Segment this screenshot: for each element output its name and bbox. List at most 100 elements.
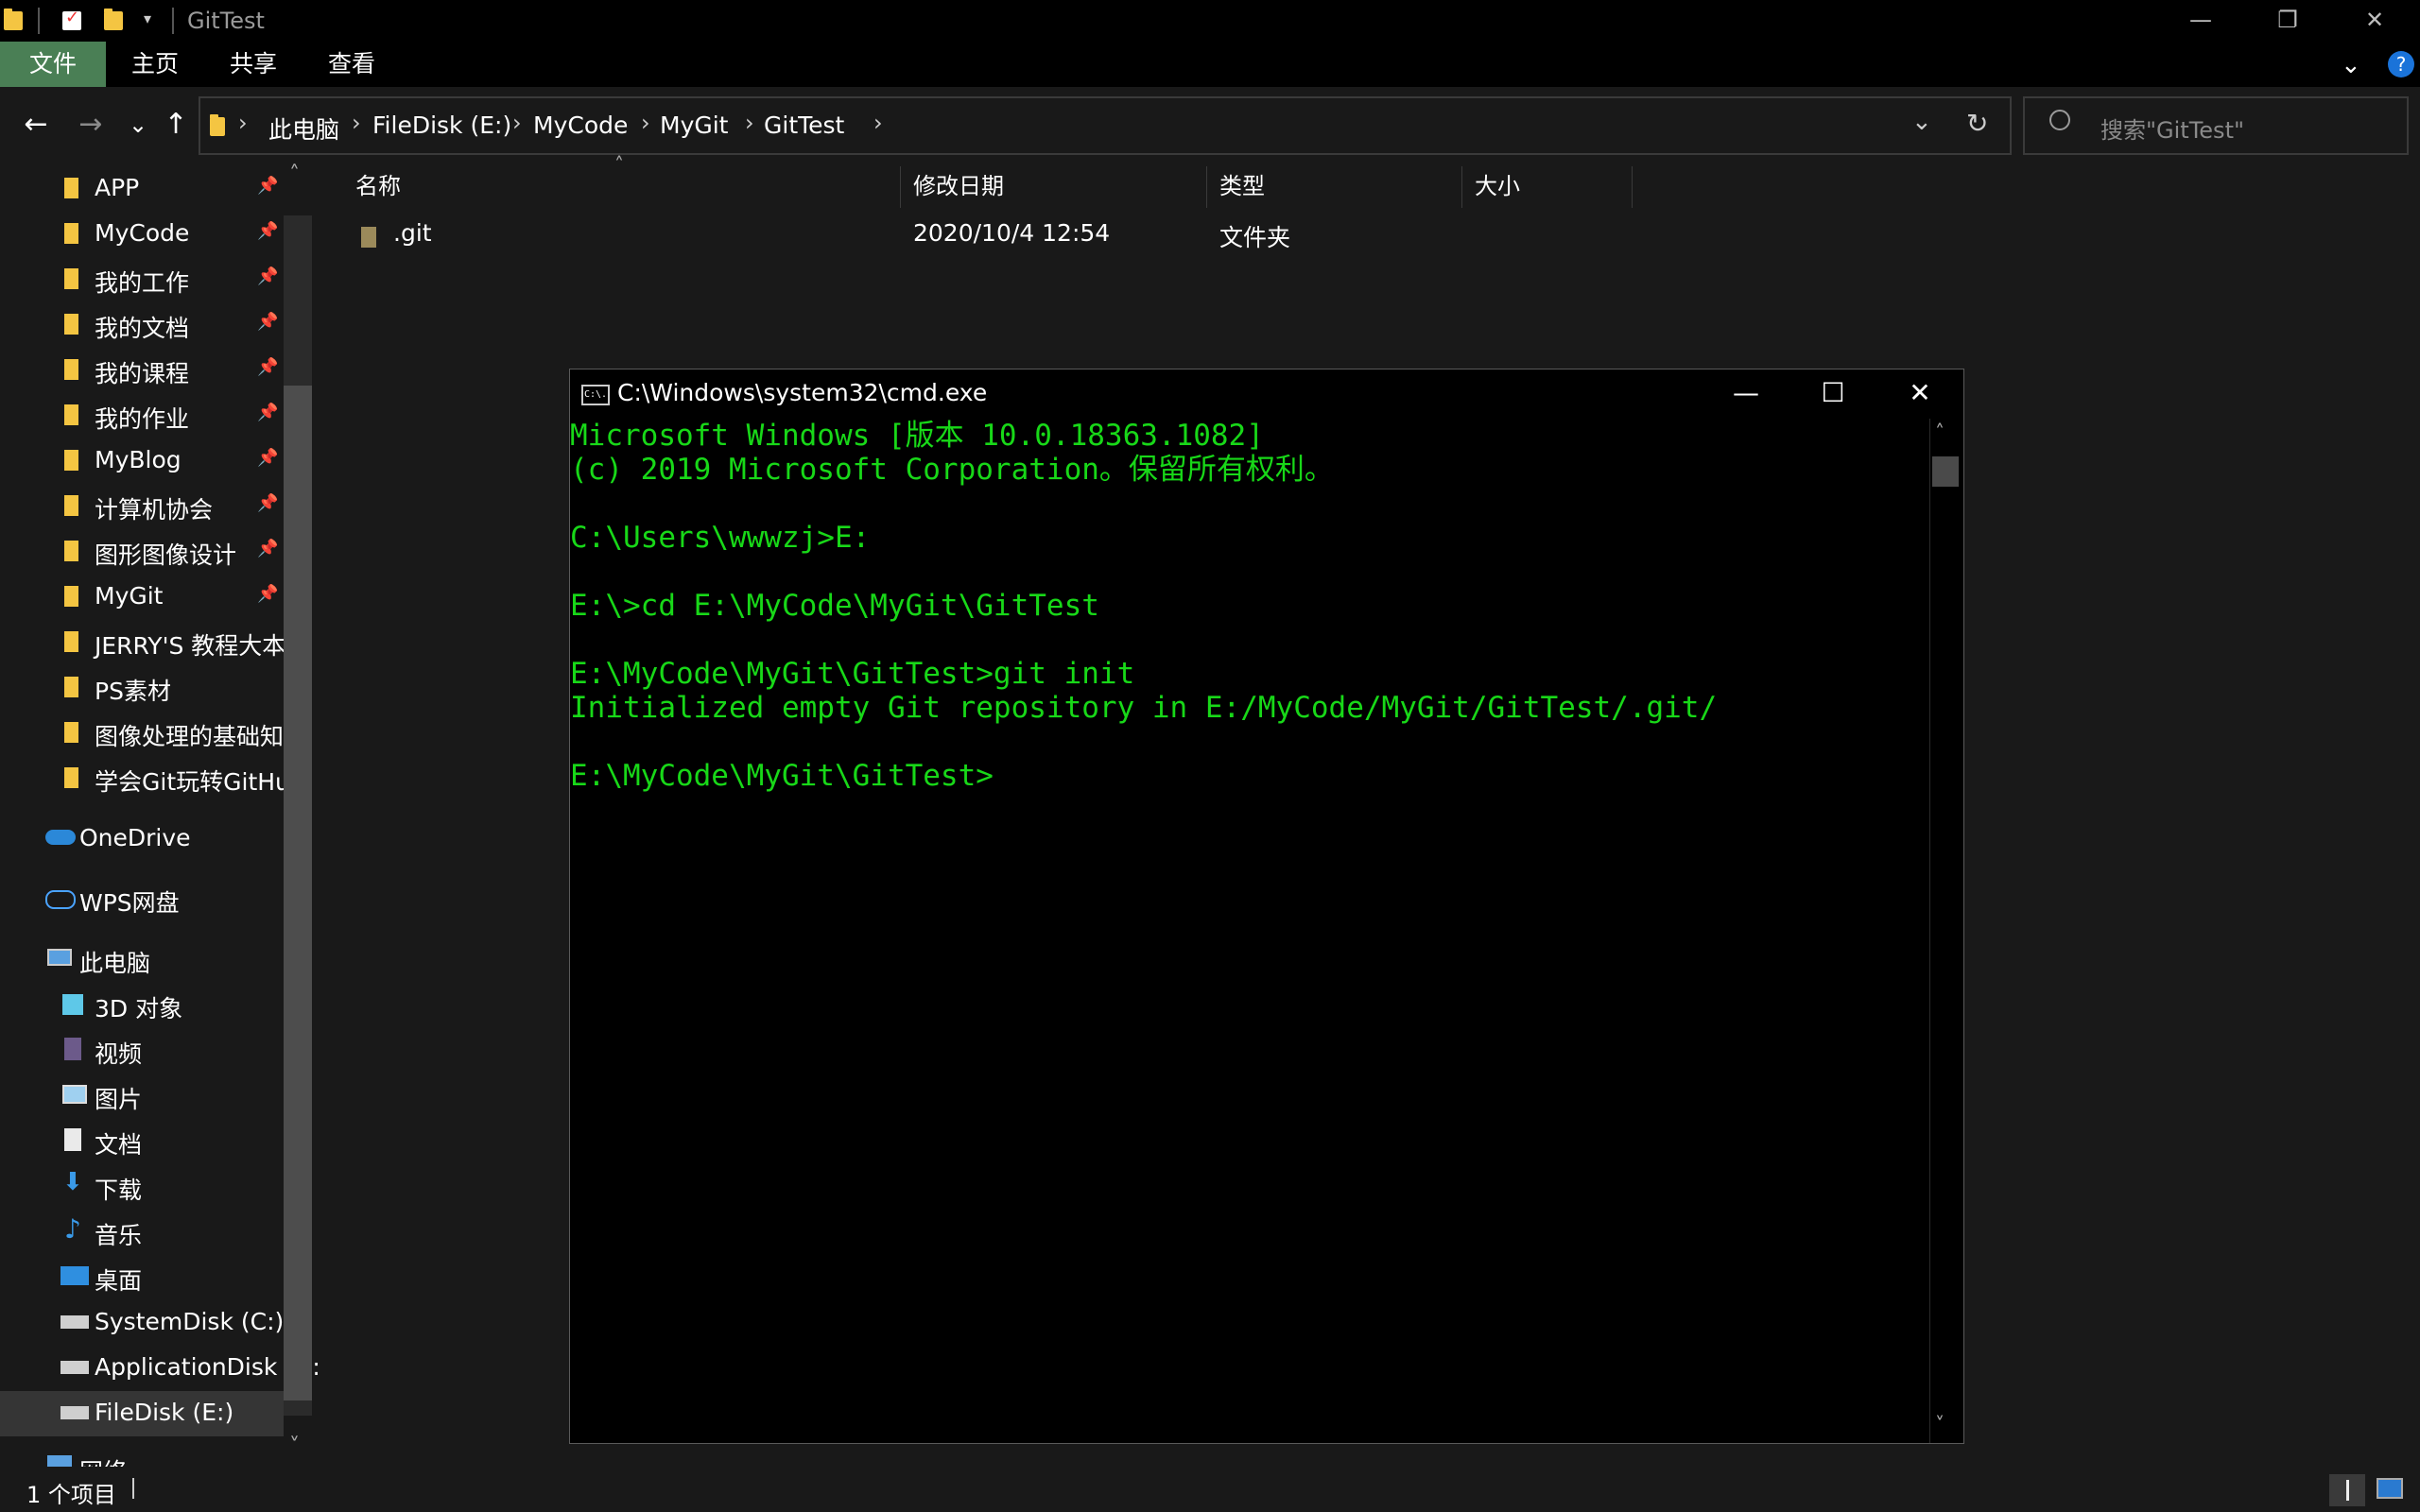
breadcrumb-mycode[interactable]: MyCode (533, 112, 628, 139)
properties-icon[interactable]: ✓ (62, 8, 81, 30)
pin-icon[interactable]: 📌 (257, 493, 278, 513)
picture-icon (62, 1085, 87, 1104)
forward-button[interactable]: → (70, 104, 112, 146)
cmd-minimize-button[interactable]: — (1703, 369, 1789, 419)
breadcrumb-separator[interactable]: › (352, 110, 361, 136)
pin-icon[interactable]: 📌 (257, 584, 278, 604)
nav-item-mycode[interactable]: MyCode 📌 (0, 212, 284, 257)
tab-home[interactable]: 主页 (106, 42, 204, 87)
cmd-scroll-up-button[interactable]: ˄ (1935, 421, 1945, 443)
expand-ribbon-icon[interactable]: ⌄ (2341, 51, 2361, 79)
customize-quick-access-icon[interactable]: ▾ (144, 9, 151, 27)
up-button[interactable]: ↑ (155, 104, 197, 146)
nav-item-application-disk[interactable]: ApplicationDisk (D:) (0, 1346, 318, 1391)
breadcrumb-this-pc[interactable]: 此电脑 (268, 112, 339, 146)
nav-scrollbar-thumb[interactable] (284, 386, 312, 1400)
nav-item-jerrys-tutorials[interactable]: JERRY'S 教程大本营 (0, 620, 309, 665)
cmd-close-button[interactable]: ✕ (1876, 369, 1963, 419)
terminal-icon: C:\. (581, 385, 610, 405)
tab-view[interactable]: 查看 (302, 42, 401, 87)
address-row: ← → ⌄ ↑ › 此电脑 › FileDisk (E:) › MyCode ›… (0, 87, 2420, 166)
address-dropdown-button[interactable]: ⌄ (1911, 108, 1932, 136)
pin-icon[interactable]: 📌 (257, 357, 278, 377)
help-button[interactable]: ? (2388, 51, 2414, 77)
pin-icon[interactable]: 📌 (257, 176, 278, 196)
nav-item-downloads[interactable]: ⬇ 下载 (0, 1164, 284, 1210)
nav-item-myblog[interactable]: MyBlog 📌 (0, 438, 284, 484)
column-header-modified[interactable]: 修改日期 (913, 166, 1004, 206)
nav-item-learn-git[interactable]: 学会Git玩转GitHub (0, 756, 305, 801)
column-divider[interactable] (900, 166, 901, 208)
nav-item-my-homework[interactable]: 我的作业 📌 (0, 393, 284, 438)
refresh-button[interactable]: ↻ (1966, 108, 1988, 139)
column-divider[interactable] (1632, 166, 1633, 208)
nav-item-mygit[interactable]: MyGit 📌 (0, 575, 284, 620)
nav-item-file-disk[interactable]: FileDisk (E:) (0, 1391, 284, 1436)
search-box[interactable]: 搜索"GitTest" (2023, 96, 2409, 155)
nav-item-onedrive[interactable]: OneDrive (0, 816, 284, 862)
nav-item-documents[interactable]: 文档 (0, 1119, 284, 1164)
breadcrumb-separator[interactable]: › (641, 110, 650, 136)
pin-icon[interactable]: 📌 (257, 539, 278, 558)
nav-item-app[interactable]: APP 📌 (0, 166, 284, 212)
nav-item-graphic-design[interactable]: 图形图像设计 📌 (0, 529, 284, 575)
nav-item-pictures[interactable]: 图片 (0, 1074, 284, 1119)
details-view-button[interactable] (2329, 1474, 2365, 1506)
minimize-button[interactable]: — (2157, 0, 2244, 42)
pin-icon[interactable]: 📌 (257, 266, 278, 286)
breadcrumb-gittest[interactable]: GitTest (764, 112, 844, 139)
console-output[interactable]: Microsoft Windows [版本 10.0.18363.1082] (… (570, 419, 1927, 1443)
new-folder-icon[interactable] (104, 9, 123, 30)
cmd-title-bar[interactable]: C:\. C:\Windows\system32\cmd.exe — ☐ ✕ (570, 369, 1963, 419)
console-prompt[interactable]: E:\MyCode\MyGit\GitTest> (570, 759, 1927, 793)
nav-item-this-pc[interactable]: 此电脑 (0, 937, 284, 983)
cmd-maximize-button[interactable]: ☐ (1789, 369, 1876, 419)
column-divider[interactable] (1206, 166, 1207, 208)
nav-scroll-up-button[interactable]: ˄ (289, 163, 300, 186)
nav-item-my-work[interactable]: 我的工作 📌 (0, 257, 284, 302)
column-header-name[interactable]: 名称 (355, 166, 401, 206)
nav-item-desktop[interactable]: 桌面 (0, 1255, 284, 1300)
tab-file[interactable]: 文件 (0, 42, 106, 87)
cmd-scrollbar-thumb[interactable] (1932, 456, 1959, 487)
breadcrumb-separator[interactable]: › (745, 110, 754, 136)
breadcrumb-filedisk[interactable]: FileDisk (E:) (372, 112, 511, 139)
column-header-size[interactable]: 大小 (1475, 166, 1520, 206)
file-name[interactable]: .git (393, 219, 432, 247)
maximize-button[interactable]: ❐ (2244, 0, 2331, 42)
pin-icon[interactable]: 📌 (257, 312, 278, 332)
nav-item-image-basics[interactable]: 图像处理的基础知识 (0, 711, 307, 756)
pin-icon[interactable]: 📌 (257, 403, 278, 422)
console-line: E:\MyCode\MyGit\GitTest>git init (570, 657, 1135, 691)
nav-item-ps-materials[interactable]: PS素材 (0, 665, 284, 711)
cmd-scroll-down-button[interactable]: ˅ (1935, 1413, 1945, 1435)
breadcrumb-mygit[interactable]: MyGit (660, 112, 729, 139)
nav-item-system-disk[interactable]: SystemDisk (C:) (0, 1300, 284, 1346)
column-header-type[interactable]: 类型 (1219, 166, 1265, 206)
back-button[interactable]: ← (15, 104, 57, 146)
nav-item-3d-objects[interactable]: 3D 对象 (0, 983, 284, 1028)
large-icons-view-button[interactable] (2377, 1478, 2403, 1499)
nav-scroll-down-button[interactable]: ˅ (289, 1435, 300, 1458)
breadcrumb-separator[interactable]: › (873, 110, 883, 136)
breadcrumb-separator[interactable]: › (238, 110, 248, 136)
cmd-window[interactable]: C:\. C:\Windows\system32\cmd.exe — ☐ ✕ M… (569, 369, 1964, 1444)
close-button[interactable]: ✕ (2331, 0, 2418, 42)
folder-icon (64, 404, 78, 425)
nav-item-music[interactable]: ♪ 音乐 (0, 1210, 284, 1255)
nav-item-wps-drive[interactable]: WPS网盘 (0, 877, 284, 922)
tab-share[interactable]: 共享 (204, 42, 302, 87)
nav-item-network[interactable]: 网络 (0, 1446, 284, 1467)
nav-item-computer-association[interactable]: 计算机协会 📌 (0, 484, 284, 529)
address-bar[interactable]: › 此电脑 › FileDisk (E:) › MyCode › MyGit ›… (199, 96, 2012, 155)
pin-icon[interactable]: 📌 (257, 448, 278, 468)
pin-icon[interactable]: 📌 (257, 221, 278, 241)
breadcrumb-separator[interactable]: › (512, 110, 522, 136)
recent-locations-button[interactable]: ⌄ (117, 104, 159, 146)
nav-item-my-documents[interactable]: 我的文档 📌 (0, 302, 284, 348)
cmd-scrollbar[interactable] (1929, 419, 1962, 1443)
nav-item-videos[interactable]: 视频 (0, 1028, 284, 1074)
document-icon (64, 1128, 81, 1151)
nav-item-my-courses[interactable]: 我的课程 📌 (0, 348, 284, 393)
column-divider[interactable] (1461, 166, 1462, 208)
